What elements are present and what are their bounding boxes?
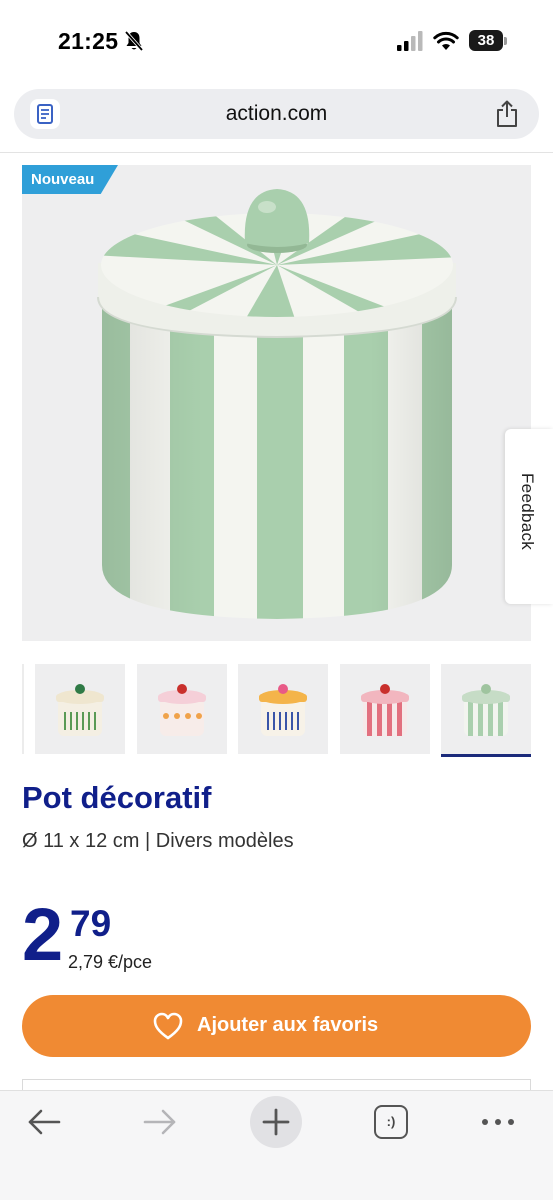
striped-jar-image (97, 189, 457, 619)
thumbnail-jar-image (238, 664, 328, 754)
add-to-favorites-button[interactable]: Ajouter aux favoris (22, 995, 531, 1057)
status-time: 21:25 (58, 28, 119, 54)
thumbnail-strip (0, 664, 553, 758)
thumbnail-jar-image (340, 664, 430, 754)
battery-cap (504, 37, 507, 45)
price-cents: 79 (70, 903, 112, 944)
more-icon[interactable] (480, 1113, 516, 1131)
feedback-tab[interactable]: Feedback (505, 429, 553, 604)
price-unit: 2,79 €/pce (68, 952, 153, 972)
thumbnail-jar-image (441, 664, 531, 754)
price-whole: 2 (22, 893, 63, 976)
bell-muted-icon (124, 30, 144, 52)
thumbnail-selected-indicator (441, 754, 531, 757)
product-image[interactable]: Nouveau (22, 165, 531, 641)
browser-toolbar: :) (0, 1090, 553, 1200)
battery-indicator: 38 (469, 30, 507, 51)
forward-arrow-icon[interactable] (142, 1107, 178, 1137)
product-title: Pot décoratif (22, 780, 212, 815)
thumbnail-cream-green-lines[interactable] (35, 664, 125, 754)
wifi-icon (433, 31, 459, 50)
thumbnail-pink-stripes[interactable] (340, 664, 430, 754)
top-divider (0, 152, 553, 153)
tabs-icon: :) (386, 1114, 396, 1129)
share-icon[interactable] (495, 100, 519, 128)
heart-icon (153, 1012, 183, 1040)
plus-icon (262, 1108, 290, 1136)
address-bar[interactable]: action.com (14, 89, 539, 139)
thumbnail-edge (22, 664, 24, 754)
thumbnail-jar-image (137, 664, 227, 754)
signal-icon (397, 31, 423, 51)
add-to-favorites-label: Ajouter aux favoris (197, 1014, 379, 1036)
product-subtitle: Ø 11 x 12 cm | Divers modèles (22, 830, 294, 852)
back-arrow-icon[interactable] (26, 1107, 62, 1137)
thumbnail-pink-dots[interactable] (137, 664, 227, 754)
url-text[interactable]: action.com (14, 102, 539, 126)
feedback-label: Feedback (518, 473, 537, 551)
new-tab-button[interactable] (250, 1096, 302, 1148)
status-bar: 21:25 38 (0, 0, 553, 82)
tabs-button[interactable]: :) (374, 1105, 408, 1139)
thumbnail-green-stripes[interactable] (441, 664, 531, 757)
thumbnail-jar-image (35, 664, 125, 754)
battery-level: 38 (469, 30, 503, 51)
thumbnail-yellow-lines[interactable] (238, 664, 328, 754)
